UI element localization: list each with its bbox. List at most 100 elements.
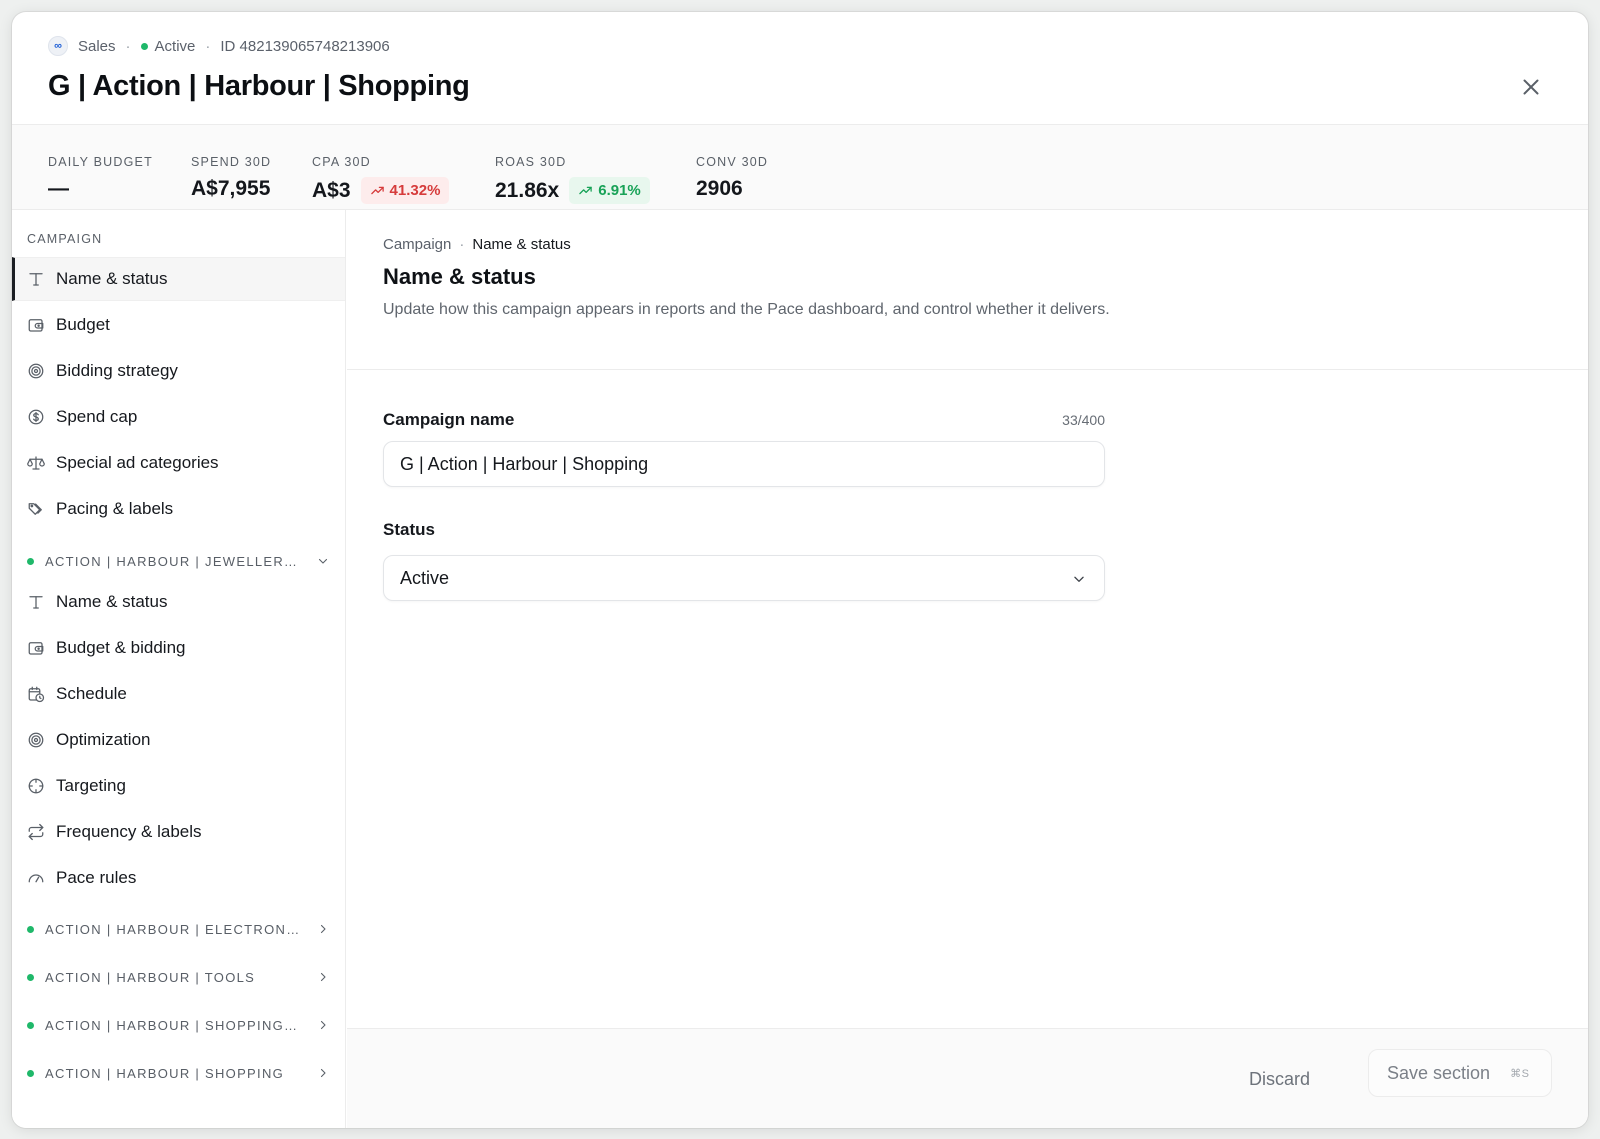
sidebar-item-budget[interactable]: Budget (12, 303, 345, 347)
text-icon (29, 273, 43, 286)
sidebar-item-pace-rules[interactable]: Pace rules (12, 856, 345, 900)
dollar-circle-icon (28, 409, 44, 425)
sidebar-item-label: Schedule (56, 684, 127, 703)
sidebar-item-schedule[interactable]: Schedule (12, 672, 345, 716)
breadcrumb: Campaign · Name & status (383, 236, 571, 253)
sidebar-item-label: Pacing & labels (56, 499, 174, 518)
sidebar-group-jewellery[interactable]: ACTION | HARBOUR | JEWELLERY A... (12, 546, 345, 576)
modal-header: ∞ Sales · Active · ID 482139065748213906… (12, 12, 1588, 124)
sidebar-item-label: Name & status (56, 269, 168, 288)
campaign-name-input[interactable] (383, 441, 1105, 487)
active-status-dot-icon (27, 1021, 34, 1029)
wallet-icon (28, 319, 44, 332)
section-sidebar: CAMPAIGN Name & status Budget Bidding st… (12, 210, 346, 1128)
editor-footer: Discard Save section ⌘S (347, 1028, 1588, 1128)
sidebar-item-label: Bidding strategy (56, 361, 178, 380)
scale-icon (27, 456, 45, 470)
sidebar-item-budget-bidding[interactable]: Budget & bidding (12, 626, 345, 670)
sidebar-group-tools[interactable]: ACTION | HARBOUR | TOOLS (12, 962, 345, 992)
sidebar-item-special-ad-categories[interactable]: Special ad categories (12, 441, 345, 485)
stat-cpa-30d: CPA 30D A$3 41.32% (312, 155, 450, 204)
sidebar-item-label: Targeting (56, 776, 126, 795)
active-status-dot-icon (27, 925, 34, 933)
group-label: ACTION | HARBOUR | ELECTRONICS (45, 921, 301, 937)
stat-roas-30d: ROAS 30D 21.86x 6.91% (495, 155, 650, 204)
chevron-right-icon (320, 1020, 326, 1030)
sidebar-item-spend-cap[interactable]: Spend cap (12, 395, 345, 439)
active-status-dot-icon (140, 42, 148, 50)
chevron-right-icon (320, 972, 326, 982)
sidebar-item-adset-name-status[interactable]: Name & status (12, 580, 345, 624)
section-editor: Campaign · Name & status Name & status U… (347, 210, 1588, 1128)
chevron-down-icon (318, 558, 328, 564)
active-status-dot-icon (27, 557, 34, 565)
sidebar-item-label: Frequency & labels (56, 822, 202, 841)
stat-conv-30d: CONV 30D 2906 (696, 155, 768, 201)
separator-dot: · (459, 236, 465, 253)
stat-value: 2906 (696, 177, 743, 200)
status-select[interactable]: Active (383, 555, 1105, 601)
keyboard-shortcut-hint: ⌘S (1510, 1067, 1530, 1080)
breadcrumb-current: Name & status (472, 236, 571, 253)
sidebar-item-frequency-labels[interactable]: Frequency & labels (12, 810, 345, 854)
sidebar-heading-campaign: CAMPAIGN (27, 232, 103, 246)
section-description: Update how this campaign appears in repo… (383, 301, 1110, 318)
platform-label: Sales (78, 37, 116, 55)
sidebar-item-label: Special ad categories (56, 453, 219, 472)
tags-icon (28, 503, 42, 515)
status-label: Status (383, 520, 435, 539)
separator-dot: · (205, 37, 211, 55)
campaign-name-label: Campaign name (383, 410, 515, 429)
sidebar-item-optimization[interactable]: Optimization (12, 718, 345, 762)
delta-badge: 6.91% (569, 177, 650, 204)
close-icon[interactable] (1518, 74, 1544, 100)
sidebar-item-name-status[interactable]: Name & status (12, 257, 345, 301)
sidebar-item-label: Pace rules (56, 868, 137, 887)
stat-spend-30d: SPEND 30D A$7,955 (191, 155, 271, 201)
discard-button[interactable]: Discard (1237, 1057, 1322, 1101)
sidebar-group-shopping[interactable]: ACTION | HARBOUR | SHOPPING (12, 1058, 345, 1088)
stat-label: ROAS 30D (495, 155, 567, 169)
sidebar-item-label: Budget & bidding (56, 638, 186, 657)
stat-label: CPA 30D (312, 155, 371, 169)
stat-label: CONV 30D (696, 155, 769, 169)
section-intro: Campaign · Name & status Name & status U… (347, 210, 1588, 370)
stat-value: A$7,955 (191, 177, 271, 200)
campaign-id: ID 482139065748213906 (220, 37, 390, 55)
stat-value: — (48, 177, 69, 200)
delta-value: 6.91% (598, 182, 641, 199)
save-button-label: Save section (1387, 1062, 1491, 1083)
sidebar-item-targeting[interactable]: Targeting (12, 764, 345, 808)
chevron-down-icon (1074, 576, 1084, 582)
trend-up-icon (370, 186, 384, 195)
campaign-editor-modal: ∞ Sales · Active · ID 482139065748213906… (12, 12, 1588, 1128)
delta-value: 41.32% (389, 182, 441, 199)
wallet-icon (28, 642, 44, 655)
status-select-value: Active (400, 567, 450, 588)
separator-dot: · (125, 37, 131, 55)
sidebar-item-label: Optimization (56, 730, 151, 749)
sidebar-item-pacing-labels[interactable]: Pacing & labels (12, 487, 345, 531)
target-icon (28, 363, 44, 379)
crosshair-icon (28, 778, 44, 794)
meta-logo-icon: ∞ (48, 36, 68, 56)
sidebar-item-label: Spend cap (56, 407, 138, 426)
save-section-button[interactable]: Save section ⌘S (1368, 1049, 1552, 1097)
group-label: ACTION | HARBOUR | TOOLS (45, 969, 256, 985)
group-label: ACTION | HARBOUR | JEWELLERY A... (45, 553, 301, 569)
stat-daily-budget: DAILY BUDGET — (48, 155, 153, 201)
page-title: G | Action | Harbour | Shopping (48, 70, 470, 102)
stats-bar: DAILY BUDGET — SPEND 30D A$7,955 CPA 30D… (12, 124, 1588, 210)
sidebar-group-electronics[interactable]: ACTION | HARBOUR | ELECTRONICS (12, 914, 345, 944)
sidebar-item-label: Budget (56, 315, 110, 334)
stat-value: A$3 (312, 178, 351, 202)
sidebar-item-bidding-strategy[interactable]: Bidding strategy (12, 349, 345, 393)
group-label: ACTION | HARBOUR | SHOPPING (45, 1065, 285, 1081)
breadcrumb-parent[interactable]: Campaign (383, 236, 451, 253)
sidebar-group-shopping-p[interactable]: ACTION | HARBOUR | SHOPPING | P... (12, 1010, 345, 1040)
group-label: ACTION | HARBOUR | SHOPPING | P... (45, 1017, 301, 1033)
gauge-icon (28, 874, 44, 883)
repeat-icon (28, 823, 44, 841)
text-icon (29, 596, 43, 609)
calendar-clock-icon (28, 686, 45, 703)
